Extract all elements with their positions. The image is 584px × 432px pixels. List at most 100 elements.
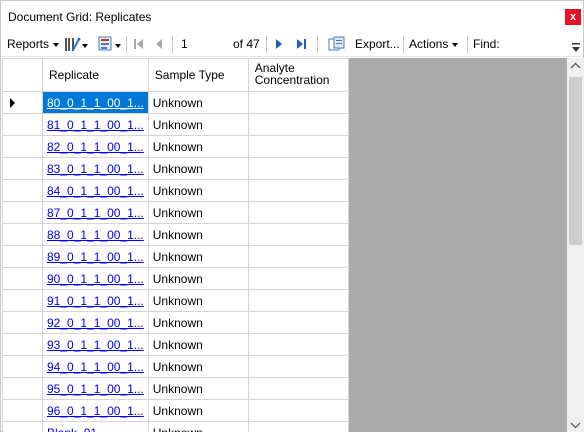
row-header[interactable]	[2, 179, 43, 202]
row-header[interactable]	[2, 421, 43, 432]
row-header[interactable]	[2, 377, 43, 400]
table-row[interactable]: 91_0_1_1_00_1... Unknown	[2, 289, 349, 312]
column-chooser-icon[interactable]	[64, 35, 82, 53]
replicate-link[interactable]: 88_0_1_1_00_1...	[47, 228, 144, 242]
cell-analyte-concentration[interactable]	[247, 91, 349, 114]
row-header[interactable]	[2, 113, 43, 136]
table-row[interactable]: 83_0_1_1_00_1... Unknown	[2, 157, 349, 180]
row-header[interactable]	[2, 245, 43, 268]
row-header[interactable]	[2, 223, 43, 246]
replicate-link[interactable]: 87_0_1_1_00_1...	[47, 206, 144, 220]
cell-replicate[interactable]: 81_0_1_1_00_1...	[42, 113, 149, 136]
cell-replicate[interactable]: 93_0_1_1_00_1...	[42, 333, 149, 356]
cell-sample-type[interactable]: Unknown	[147, 157, 249, 180]
cell-sample-type[interactable]: Unknown	[147, 179, 249, 202]
table-row[interactable]: 87_0_1_1_00_1... Unknown	[2, 201, 349, 224]
row-header[interactable]	[2, 267, 43, 290]
table-row[interactable]: 95_0_1_1_00_1... Unknown	[2, 377, 349, 400]
cell-sample-type[interactable]: Unknown	[147, 135, 249, 158]
replicate-link[interactable]: 96_0_1_1_00_1...	[47, 404, 144, 418]
cell-sample-type[interactable]: Unknown	[147, 355, 249, 378]
replicate-link[interactable]: 95_0_1_1_00_1...	[47, 382, 144, 396]
cell-sample-type[interactable]: Unknown	[147, 201, 249, 224]
column-header-sample-type[interactable]: Sample Type	[147, 58, 249, 92]
cell-sample-type[interactable]: Unknown	[147, 421, 249, 432]
filter-icon[interactable]	[97, 35, 115, 53]
cell-replicate[interactable]: 90_0_1_1_00_1...	[42, 267, 149, 290]
table-row[interactable]: 81_0_1_1_00_1... Unknown	[2, 113, 349, 136]
cell-analyte-concentration[interactable]	[247, 113, 349, 136]
cell-replicate[interactable]: Blank_01	[42, 421, 149, 432]
next-page-icon[interactable]	[272, 37, 286, 51]
toolbar-overflow-icon[interactable]	[571, 42, 581, 54]
replicate-link[interactable]: 84_0_1_1_00_1...	[47, 184, 144, 198]
cell-analyte-concentration[interactable]	[247, 421, 349, 432]
cell-sample-type[interactable]: Unknown	[147, 399, 249, 422]
actions-dropdown[interactable]: Actions	[409, 36, 459, 53]
row-header[interactable]	[2, 399, 43, 422]
cell-replicate[interactable]: 94_0_1_1_00_1...	[42, 355, 149, 378]
row-header[interactable]	[2, 91, 43, 114]
row-header[interactable]	[2, 289, 43, 312]
column-header-replicate[interactable]: Replicate	[42, 58, 149, 92]
cell-sample-type[interactable]: Unknown	[147, 311, 249, 334]
table-row[interactable]: 92_0_1_1_00_1... Unknown	[2, 311, 349, 334]
cell-analyte-concentration[interactable]	[247, 311, 349, 334]
export-icon[interactable]	[328, 35, 346, 53]
row-header[interactable]	[2, 135, 43, 158]
vertical-scrollbar[interactable]	[567, 58, 584, 432]
row-header[interactable]	[2, 157, 43, 180]
scroll-up-icon[interactable]	[567, 58, 584, 75]
cell-replicate[interactable]: 89_0_1_1_00_1...	[42, 245, 149, 268]
replicate-link[interactable]: 83_0_1_1_00_1...	[47, 162, 144, 176]
scroll-down-icon[interactable]	[567, 416, 584, 432]
replicate-link[interactable]: 93_0_1_1_00_1...	[47, 338, 144, 352]
table-row[interactable]: 94_0_1_1_00_1... Unknown	[2, 355, 349, 378]
column-header-analyte-concentration[interactable]: Analyte Concentration	[247, 58, 349, 92]
row-header[interactable]	[2, 201, 43, 224]
scrollbar-thumb[interactable]	[569, 77, 582, 245]
table-row[interactable]: 80_0_1_1_00_1... Unknown	[2, 91, 349, 114]
cell-replicate[interactable]: 96_0_1_1_00_1...	[42, 399, 149, 422]
table-row[interactable]: 89_0_1_1_00_1... Unknown	[2, 245, 349, 268]
table-row[interactable]: Blank_01 Unknown	[2, 421, 349, 432]
cell-replicate[interactable]: 80_0_1_1_00_1...	[42, 91, 149, 114]
replicate-link[interactable]: 94_0_1_1_00_1...	[47, 360, 144, 374]
replicate-link[interactable]: 90_0_1_1_00_1...	[47, 272, 144, 286]
cell-sample-type[interactable]: Unknown	[147, 91, 249, 114]
export-button[interactable]: Export...	[355, 36, 400, 53]
replicate-link[interactable]: 82_0_1_1_00_1...	[47, 140, 144, 154]
cell-analyte-concentration[interactable]	[247, 355, 349, 378]
replicate-link[interactable]: 81_0_1_1_00_1...	[47, 118, 144, 132]
table-row[interactable]: 93_0_1_1_00_1... Unknown	[2, 333, 349, 356]
cell-sample-type[interactable]: Unknown	[147, 223, 249, 246]
cell-sample-type[interactable]: Unknown	[147, 267, 249, 290]
last-page-icon[interactable]	[294, 37, 308, 51]
cell-replicate[interactable]: 91_0_1_1_00_1...	[42, 289, 149, 312]
cell-analyte-concentration[interactable]	[247, 399, 349, 422]
cell-analyte-concentration[interactable]	[247, 267, 349, 290]
replicate-link[interactable]: Blank_01	[47, 426, 97, 432]
cell-replicate[interactable]: 84_0_1_1_00_1...	[42, 179, 149, 202]
table-row[interactable]: 82_0_1_1_00_1... Unknown	[2, 135, 349, 158]
chevron-down-icon[interactable]	[82, 44, 88, 48]
cell-analyte-concentration[interactable]	[247, 223, 349, 246]
cell-analyte-concentration[interactable]	[247, 179, 349, 202]
cell-replicate[interactable]: 95_0_1_1_00_1...	[42, 377, 149, 400]
cell-analyte-concentration[interactable]	[247, 377, 349, 400]
table-row[interactable]: 88_0_1_1_00_1... Unknown	[2, 223, 349, 246]
cell-replicate[interactable]: 88_0_1_1_00_1...	[42, 223, 149, 246]
table-row[interactable]: 84_0_1_1_00_1... Unknown	[2, 179, 349, 202]
cell-replicate[interactable]: 83_0_1_1_00_1...	[42, 157, 149, 180]
close-button[interactable]: x	[565, 9, 581, 25]
first-page-icon[interactable]	[132, 37, 146, 51]
table-row[interactable]: 90_0_1_1_00_1... Unknown	[2, 267, 349, 290]
cell-sample-type[interactable]: Unknown	[147, 289, 249, 312]
cell-analyte-concentration[interactable]	[247, 157, 349, 180]
cell-analyte-concentration[interactable]	[247, 245, 349, 268]
cell-analyte-concentration[interactable]	[247, 135, 349, 158]
replicate-link[interactable]: 92_0_1_1_00_1...	[47, 316, 144, 330]
row-header-corner[interactable]	[2, 58, 43, 92]
replicate-link[interactable]: 80_0_1_1_00_1...	[47, 96, 144, 110]
cell-sample-type[interactable]: Unknown	[147, 333, 249, 356]
